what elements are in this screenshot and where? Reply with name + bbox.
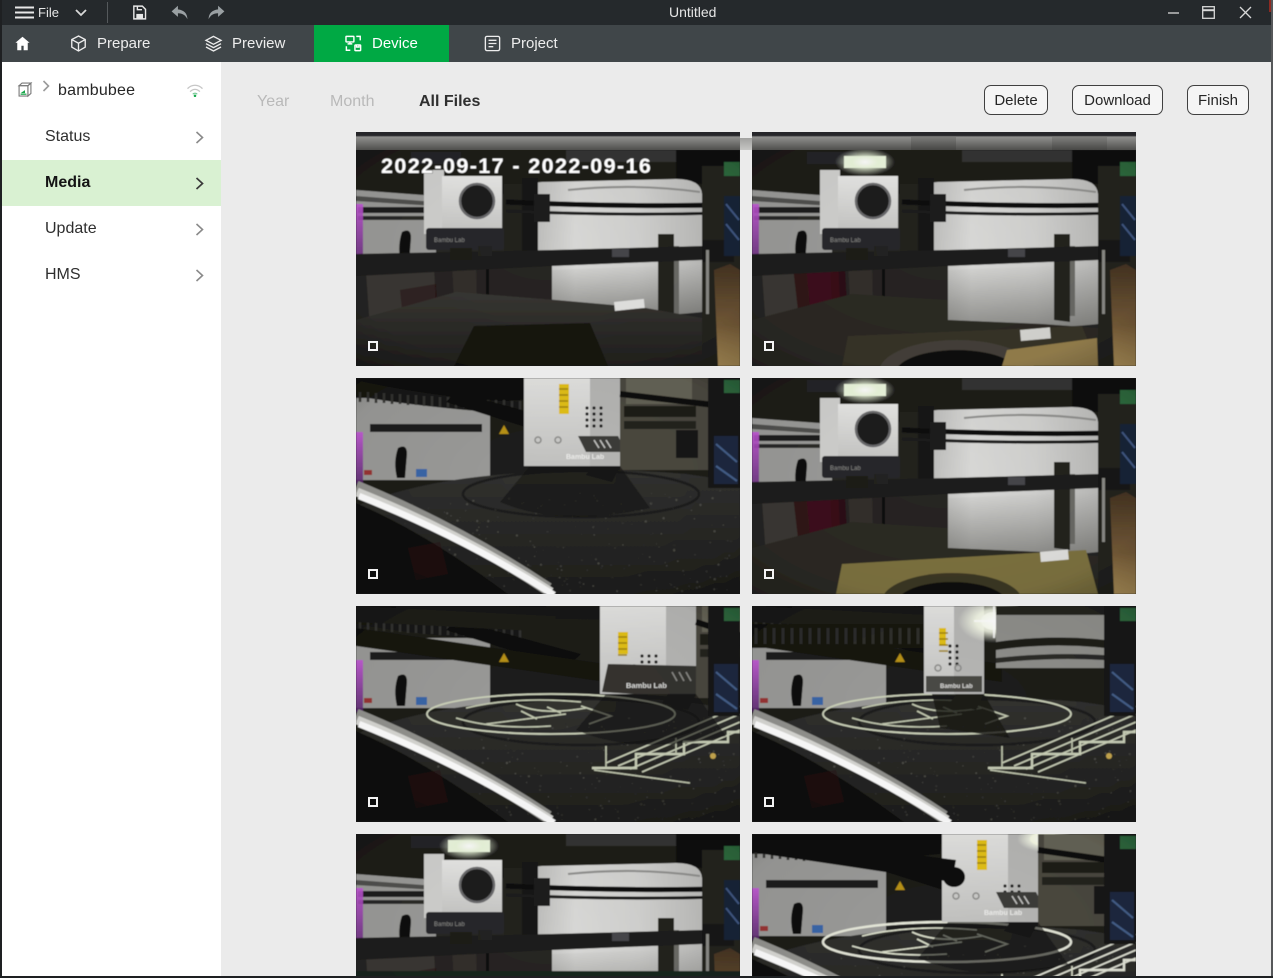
svg-text:2022-09-17 - 2022-09-16: 2022-09-17 - 2022-09-16	[381, 154, 652, 178]
